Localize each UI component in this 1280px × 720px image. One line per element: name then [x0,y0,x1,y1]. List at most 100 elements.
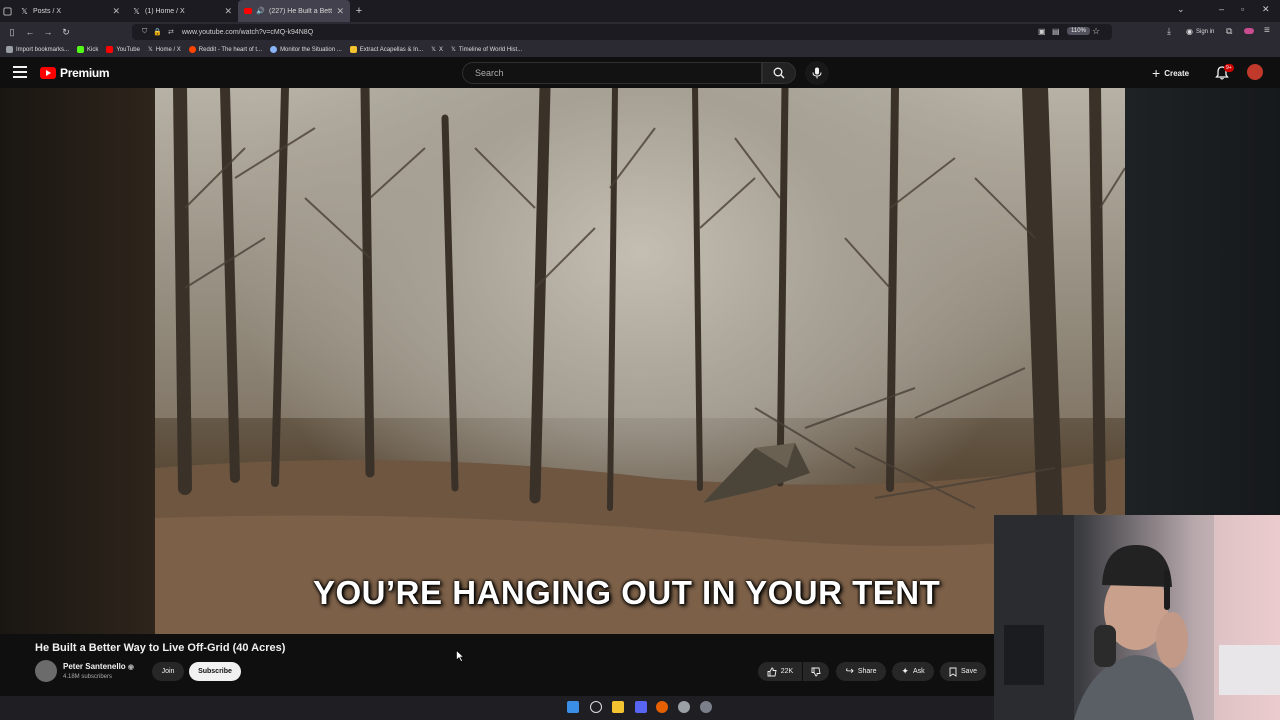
app-icon[interactable] [678,701,690,713]
youtube-icon [106,46,114,53]
bookmark-item[interactable]: Import bookmarks... [6,46,69,53]
url-bar[interactable]: ⛉ 🔒 ⇄ www.youtube.com/watch?v=cMQ-k94N8Q [132,24,1112,40]
search-icon[interactable] [590,701,602,713]
bookmark-icon [949,667,957,677]
sparkle-icon: ✦ [901,666,909,676]
channel-name: Peter Santenello [63,662,126,671]
subscriber-count: 4.18M subscribers [63,674,113,680]
guide-menu-icon[interactable] [13,66,27,78]
permissions-icon[interactable]: ⇄ [168,28,174,36]
speaker-icon[interactable]: 🔊 [256,7,265,16]
bookmark-label: Reddit - The heart of t... [198,46,263,53]
firefox-icon[interactable] [656,701,668,713]
settings-icon[interactable] [700,701,712,713]
bookmark-item[interactable]: 𝕏 Home / X [148,46,181,54]
create-button[interactable]: + Create [1152,63,1206,83]
like-count: 22K [780,668,794,675]
bookmark-label: Timeline of World Hist... [458,46,523,53]
mouse-cursor-icon [456,650,464,662]
tab-title: Posts / X [33,7,62,15]
save-button[interactable]: Save [940,662,986,681]
voice-search-button[interactable] [805,61,829,85]
minimize-icon[interactable]: – [1219,4,1224,14]
share-button[interactable]: ↪ Share [836,662,886,681]
reload-icon[interactable]: ↻ [57,27,75,38]
plus-icon: + [1152,65,1161,81]
bookmark-label: Extract Acapellas & In... [359,46,424,53]
discord-icon[interactable] [635,701,647,713]
bookmark-icon [6,46,13,53]
video-caption: YOU’RE HANGING OUT IN YOUR TENT [313,574,941,611]
video-title: He Built a Better Way to Live Off-Grid (… [35,642,286,654]
ask-label: Ask [912,668,925,675]
bookmark-item[interactable]: Reddit - The heart of t... [188,46,263,53]
picture-in-picture-icon[interactable]: ▣ [1038,27,1046,36]
ask-button[interactable]: ✦ Ask [892,662,934,681]
bookmark-item[interactable]: Kick [77,46,98,53]
forward-icon[interactable]: → [39,27,57,37]
sign-in-button[interactable]: ◉ Sign in [1186,27,1214,36]
account-icon: ◉ [1186,27,1193,36]
close-window-icon[interactable]: ✕ [1262,4,1270,15]
youtube-premium-logo[interactable]: Premium [40,66,110,80]
file-explorer-icon[interactable] [612,701,624,713]
join-button[interactable]: Join [152,662,184,681]
tab-list-icon[interactable] [0,0,14,22]
search-button[interactable] [762,62,796,84]
zoom-level[interactable]: 110% [1067,27,1090,35]
acapella-icon [349,46,357,53]
ambient-right [1125,88,1280,518]
bookmark-label: YouTube [116,46,140,53]
hamburger-menu-icon[interactable]: ≡ [1264,25,1270,36]
restore-icon[interactable]: ▫ [1241,4,1244,14]
sidebar-icon[interactable]: ▯ [3,27,21,38]
video-player[interactable] [155,88,1125,634]
logo-text: Premium [60,66,110,80]
close-tab-icon[interactable]: ✕ [112,6,120,17]
save-label: Save [961,668,977,675]
bookmark-item[interactable]: 𝕏X [431,46,443,54]
bookmark-item[interactable]: YouTube [106,46,140,53]
tab-title: (1) Home / X [145,7,185,15]
share-label: Share [857,668,877,675]
downloads-icon[interactable]: ⤓ [1167,26,1171,37]
channel-avatar[interactable] [35,660,57,682]
bookmark-item[interactable]: Monitor the Situation ... [270,46,342,53]
subscribe-button[interactable]: Subscribe [189,662,241,681]
reader-view-icon[interactable]: ▤ [1052,27,1060,36]
bookmark-label: Import bookmarks... [16,46,70,53]
bookmarks-bar: Import bookmarks... Kick YouTube 𝕏 Home /… [0,42,1280,57]
bookmark-label: Monitor the Situation ... [280,46,342,53]
youtube-icon [244,8,252,14]
back-icon[interactable]: ← [21,27,39,37]
windows-start-icon[interactable] [567,701,579,713]
extensions-icon[interactable]: ⧉ [1226,26,1232,37]
video-frame-forest [155,88,1125,634]
x-logo-icon: 𝕏 [133,6,140,16]
close-tab-icon[interactable]: ✕ [336,6,344,17]
thumbs-down-icon [811,667,821,676]
list-all-tabs-icon[interactable]: ⌄ [1177,4,1185,15]
browser-tab-active[interactable]: 🔊 (227) He Built a Better Way ✕ [238,0,350,22]
new-tab-icon[interactable]: + [350,5,368,17]
sign-in-label: Sign in [1195,28,1215,35]
channel-name-link[interactable]: Peter Santenello ◉ [63,662,134,671]
shield-icon[interactable]: ⛉ [142,28,147,36]
globe-icon [270,46,278,53]
dislike-button[interactable] [803,662,829,681]
search-input[interactable]: Search [462,62,762,84]
x-logo-icon: 𝕏 [451,47,456,53]
account-avatar[interactable] [1247,64,1263,80]
bookmark-star-icon[interactable]: ☆ [1092,26,1100,37]
like-button[interactable]: 22K [758,662,802,681]
close-tab-icon[interactable]: ✕ [224,6,232,17]
browser-tab[interactable]: 𝕏 (1) Home / X ✕ [126,0,238,22]
x-logo-icon: 𝕏 [431,47,436,53]
lock-icon[interactable]: 🔒 [153,28,162,36]
browser-tab[interactable]: 𝕏 Posts / X ✕ [14,0,126,22]
url-text: www.youtube.com/watch?v=cMQ-k94N8Q [181,28,314,36]
search-placeholder: Search [475,68,504,78]
bookmark-item[interactable]: 𝕏 Timeline of World Hist... [451,46,523,54]
extension-badge-icon[interactable] [1244,28,1254,34]
bookmark-item[interactable]: Extract Acapellas & In... [349,46,424,53]
